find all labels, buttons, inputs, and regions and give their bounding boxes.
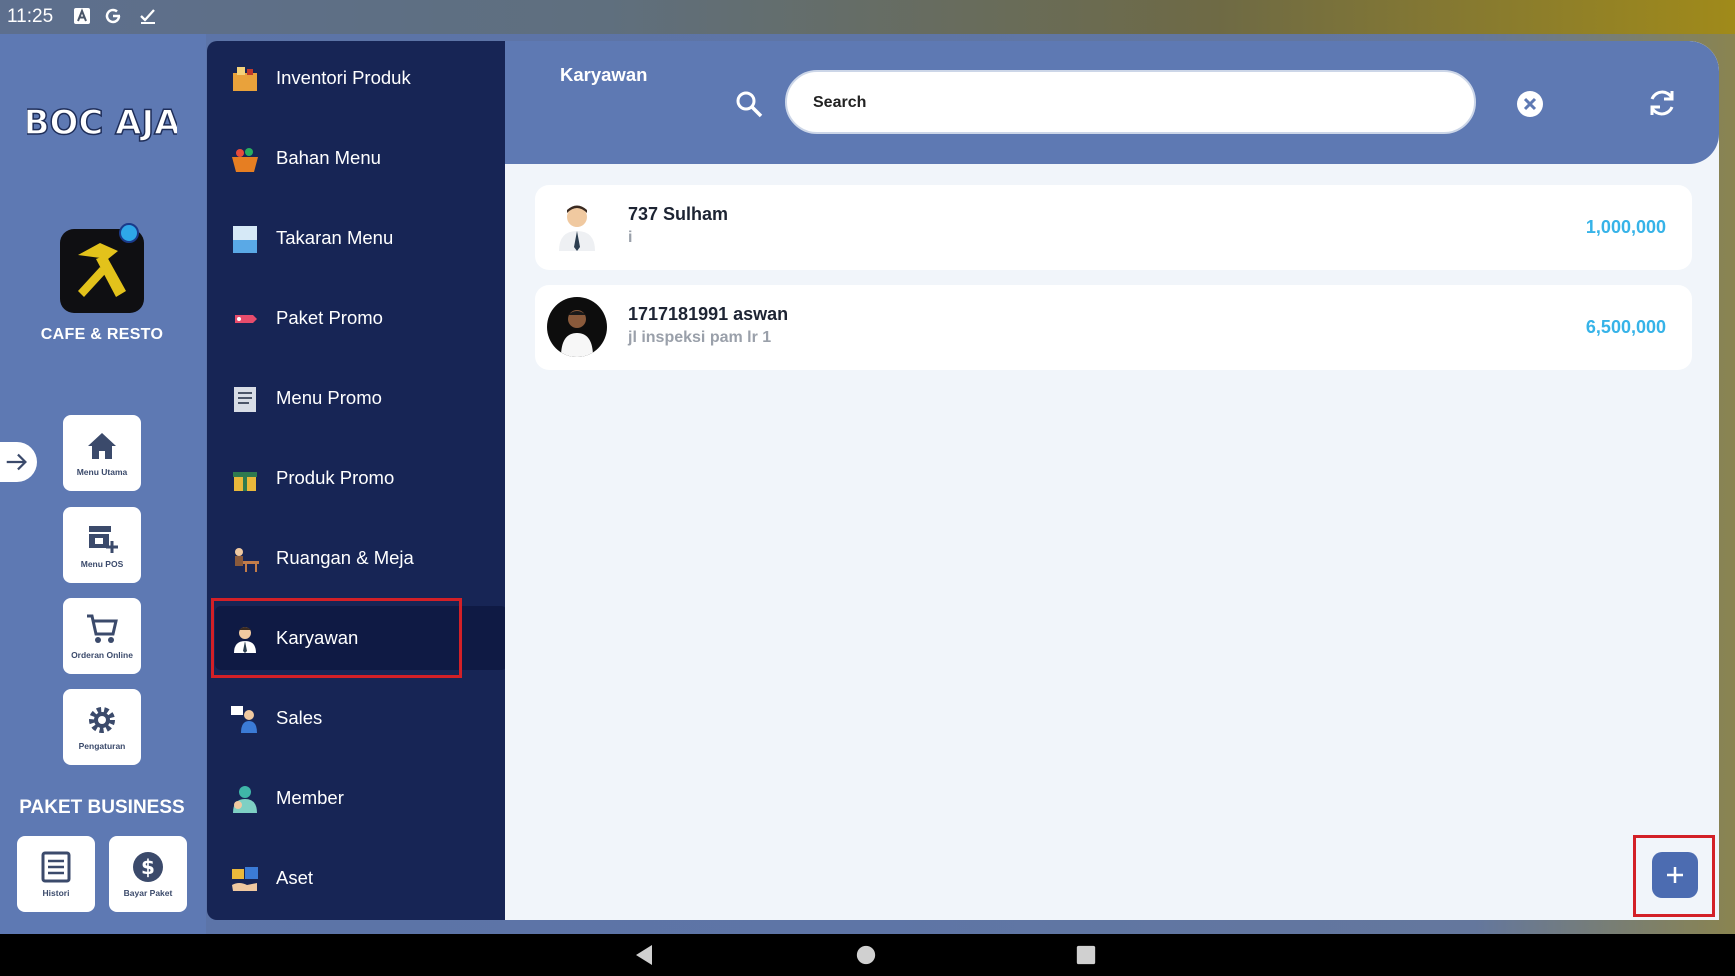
tile-histori[interactable]: Histori [17,836,95,912]
employee-amount: 6,500,000 [1585,317,1666,337]
highlight-karyawan [211,598,462,678]
measuring-cup-icon [233,226,257,253]
notification-dot [119,223,139,243]
cart-icon [87,614,118,643]
expand-rail-button[interactable] [0,442,37,482]
promo-tag-icon [235,315,257,323]
menu-item-aset[interactable]: Aset [215,846,505,910]
menu-item-label: Aset [276,867,314,888]
brand-logo-text: BOC AJA [27,103,177,143]
employee-address: i [628,229,633,246]
menu-item-label: Ruangan & Meja [276,547,414,568]
refresh-icon[interactable] [1645,86,1679,120]
avatar [547,197,607,257]
tile-label: Menu POS [80,559,124,569]
arrow-right-icon [6,453,27,471]
search-input[interactable] [811,88,1445,118]
menu-item-label: Sales [276,707,323,728]
asset-icon [232,867,258,891]
plan-title: PAKET BUSINESS [19,797,185,818]
clear-icon[interactable] [1515,89,1545,119]
highlight-add-button [1633,835,1715,917]
gear-icon [89,707,115,733]
status-bar: 11:25 [0,0,1735,34]
tile-label: Menu Utama [76,467,128,477]
menu-card-icon [234,387,256,412]
menu-item-label: Produk Promo [276,467,395,488]
dollar-icon: $ [133,852,163,882]
tile-menu-pos[interactable]: Menu POS [63,507,141,583]
menu-item-sales[interactable]: Sales [215,686,505,750]
tile-pengaturan[interactable]: Pengaturan [63,689,141,765]
system-nav-bar [0,934,1735,976]
tile-label: Histori [42,888,70,898]
brand-logo: BOC AJA [27,102,177,144]
tile-menu-utama[interactable]: Menu Utama [63,415,141,491]
table-icon [235,548,259,572]
tile-orderan-online[interactable]: Orderan Online [63,598,141,674]
home-icon [88,433,116,459]
menu-item-produk-promo[interactable]: Produk Promo [215,446,505,510]
side-menu: Inventori Produk Bahan Menu Takaran Menu… [207,41,507,920]
employee-name: 1717181991 aswan [628,304,789,324]
menu-item-member[interactable]: Member [215,766,505,830]
sales-icon [231,706,257,733]
menu-item-takaran-menu[interactable]: Takaran Menu [215,206,505,270]
menu-item-paket-promo[interactable]: Paket Promo [215,286,505,350]
recents-icon[interactable] [1075,944,1097,966]
avatar [547,297,607,357]
employee-name: 737 Sulham [628,204,729,224]
menu-item-label: Paket Promo [276,307,383,328]
menu-item-label: Menu Promo [276,387,382,408]
person-icon [559,205,595,251]
business-type: CAFE & RESTO [40,326,164,343]
employee-address: jl inspeksi pam lr 1 [628,329,772,346]
menu-item-label: Takaran Menu [276,227,394,248]
main-panel: Karyawan 737 Sulham i 1,000,000 [505,41,1719,920]
menu-item-inventori-produk[interactable]: Inventori Produk [215,46,505,110]
gift-box-icon [233,472,257,491]
person-photo-icon [561,310,593,357]
tile-bayar-paket[interactable]: $ Bayar Paket [109,836,187,912]
search-box [785,70,1476,134]
page-title: Karyawan [560,64,648,85]
google-icon [105,8,121,24]
menu-item-menu-promo[interactable]: Menu Promo [215,366,505,430]
notification-a-icon [74,8,90,24]
basket-icon [232,148,258,172]
store-add-icon [89,526,118,553]
status-time: 11:25 [7,6,54,27]
menu-item-label: Member [276,787,344,808]
back-icon[interactable] [632,943,656,967]
inventory-icon [233,67,257,91]
home-nav-icon[interactable] [855,944,877,966]
tile-label: Pengaturan [78,741,126,751]
svg-text:$: $ [141,855,155,879]
tile-label: Orderan Online [71,650,133,660]
task-check-icon [140,9,155,24]
menu-item-label: Bahan Menu [276,147,381,168]
employee-card[interactable]: 737 Sulham i 1,000,000 [535,185,1692,270]
search-icon[interactable] [734,89,764,119]
menu-item-bahan-menu[interactable]: Bahan Menu [215,126,505,190]
employee-amount: 1,000,000 [1585,217,1666,237]
menu-item-label: Inventori Produk [276,67,411,88]
member-icon [233,786,257,813]
menu-item-ruangan-meja[interactable]: Ruangan & Meja [215,526,505,590]
tile-label: Bayar Paket [123,888,173,898]
list-icon [41,851,71,883]
employee-card[interactable]: 1717181991 aswan jl inspeksi pam lr 1 6,… [535,285,1692,370]
page-header: Karyawan [505,41,1719,164]
